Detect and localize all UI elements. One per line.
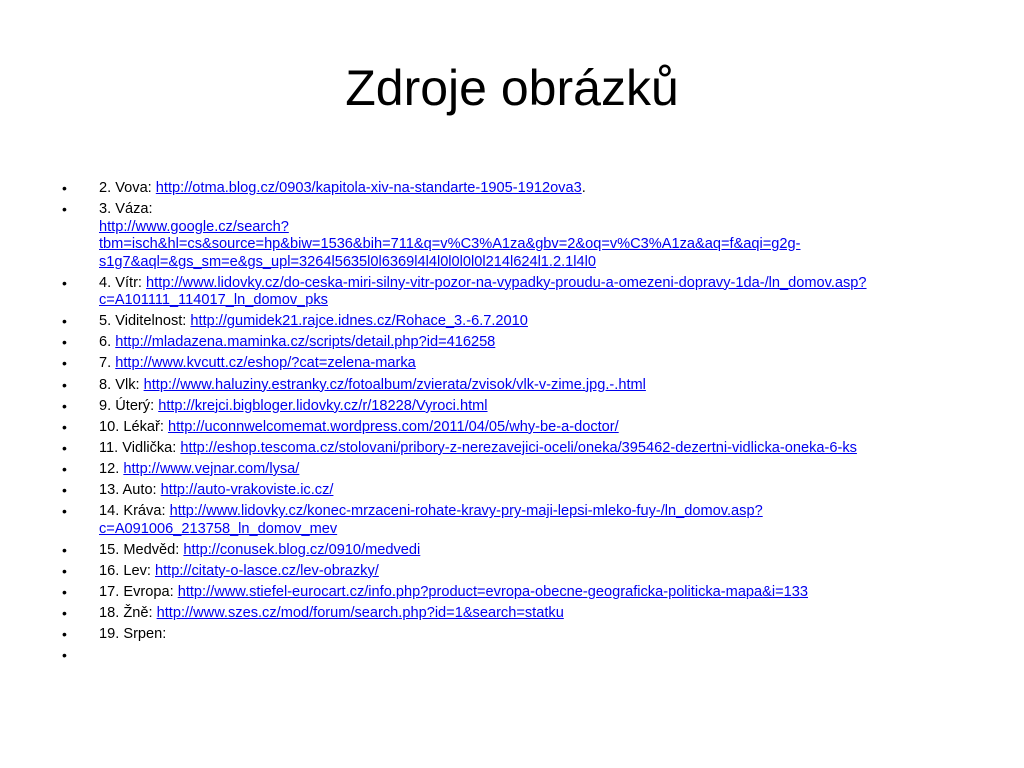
source-link[interactable]: http://otma.blog.cz/0903/kapitola-xiv-na… [156, 180, 582, 196]
source-link[interactable]: http://www.lidovky.cz/konec-mrzaceni-roh… [99, 503, 763, 537]
list-item: • 11. Vidlička: http://eshop.tescoma.cz/s… [62, 440, 967, 458]
source-link[interactable]: http://eshop.tescoma.cz/stolovani/pribor… [180, 440, 857, 456]
list-item: • 18. Žně: http://www.szes.cz/mod/forum/s… [62, 605, 967, 623]
list-item: • 7. http://www.kvcutt.cz/eshop/?cat=zele… [62, 355, 967, 373]
bullet-icon: • [62, 313, 67, 330]
bullet-icon: • [62, 647, 67, 664]
item-label: 5. Viditelnost: [99, 313, 191, 330]
item-label: 19. Srpen: [99, 626, 167, 643]
source-list: • 2. Vova: http://otma.blog.cz/0903/kapit… [62, 180, 967, 663]
source-link[interactable]: http://gumidek21.rajce.idnes.cz/Rohace_3… [190, 313, 528, 329]
source-link[interactable]: http://krejci.bigbloger.lidovky.cz/r/182… [158, 398, 487, 414]
source-link[interactable]: http://www.haluziny.estranky.cz/fotoalbu… [144, 377, 646, 393]
bullet-icon: • [62, 334, 67, 351]
bullet-icon: • [62, 376, 67, 393]
item-label: 18. Žně: [99, 605, 157, 621]
bullet-icon: • [62, 397, 67, 414]
list-item: • 14. Kráva: http://www.lidovky.cz/konec-… [62, 503, 967, 538]
bullet-icon: • [62, 482, 67, 499]
source-link[interactable]: http://www.kvcutt.cz/eshop/?cat=zelena-m… [115, 355, 416, 371]
bullet-icon: • [62, 355, 67, 372]
item-label: 2. Vova: [99, 180, 156, 196]
list-item: • 5. Viditelnost: http://gumidek21.rajce.… [62, 313, 967, 331]
list-item: • 19. Srpen: [62, 626, 967, 644]
list-item: • 10. Lékař: http://uconnwelcomemat.wordp… [62, 419, 967, 437]
item-label: 11. Vidlička: [99, 439, 181, 456]
source-link[interactable]: http://citaty-o-lasce.cz/lev-obrazky/ [155, 563, 379, 579]
list-item: • 8. Vlk: http://www.haluziny.estranky.cz… [62, 377, 967, 395]
item-label: 7. [99, 355, 116, 372]
bullet-icon: • [62, 274, 67, 291]
item-label: 6. [99, 334, 116, 351]
item-label: 9. Úterý: [99, 397, 159, 414]
bullet-icon: • [62, 460, 67, 477]
list-item: • 9. Úterý: http://krejci.bigbloger.lidov… [62, 398, 967, 416]
source-link[interactable]: http://www.stiefel-eurocart.cz/info.php?… [178, 584, 808, 600]
source-link[interactable]: http://mladazena.maminka.cz/scripts/deta… [115, 334, 495, 350]
list-item: • 12. http://www.vejnar.com/lysa/ [62, 461, 967, 479]
slide-title: Zdroje obrázků [345, 60, 679, 116]
item-label: 12. [99, 460, 124, 477]
item-label: 13. Auto: [99, 482, 161, 499]
list-item: • 4. Vítr: http://www.lidovky.cz/do-ceska… [62, 275, 967, 310]
item-label: 16. Lev: [99, 562, 155, 579]
item-label: 15. Medvěd: [99, 541, 184, 558]
bullet-icon: • [62, 201, 67, 218]
list-item: • 17. Evropa: http://www.stiefel-eurocart… [62, 584, 967, 602]
slide: Zdroje obrázků • 2. Vova: http://otma.blo… [0, 0, 1024, 768]
bullet-icon: • [62, 418, 67, 435]
source-link[interactable]: http://www.szes.cz/mod/forum/search.php?… [157, 605, 564, 621]
item-label: 14. Kráva: [99, 503, 170, 520]
list-item: • 6. http://mladazena.maminka.cz/scripts/… [62, 334, 967, 352]
item-label: 8. Vlk: [99, 376, 144, 393]
list-item: • 15. Medvěd: http://conusek.blog.cz/0910… [62, 542, 967, 560]
item-label: 3. Váza: [99, 201, 153, 218]
bullet-icon: • [62, 626, 67, 643]
bullet-icon: • [62, 605, 67, 621]
source-link[interactable]: http://www.lidovky.cz/do-ceska-miri-siln… [99, 275, 867, 309]
bullet-icon: • [62, 180, 67, 196]
source-link[interactable]: http://www.google.cz/search?tbm=isch&hl=… [99, 219, 801, 270]
bullet-icon: • [62, 439, 67, 456]
item-suffix: . [581, 180, 586, 196]
item-label: 4. Vítr: [99, 274, 147, 291]
source-link[interactable]: http://www.vejnar.com/lysa/ [123, 461, 299, 477]
bullet-icon: • [62, 583, 67, 600]
bullet-icon: • [62, 503, 67, 520]
source-link[interactable]: http://uconnwelcomemat.wordpress.com/201… [168, 419, 619, 435]
source-link[interactable]: http://conusek.blog.cz/0910/medvedi [183, 542, 420, 558]
list-item: • 2. Vova: http://otma.blog.cz/0903/kapit… [62, 180, 967, 198]
list-item: • 16. Lev: http://citaty-o-lasce.cz/lev-o… [62, 563, 967, 581]
list-item: • 3. Váza: http://www.google.cz/search?tb… [62, 201, 967, 271]
bullet-icon: • [62, 562, 67, 579]
source-link[interactable]: http://auto-vrakoviste.ic.cz/ [161, 482, 334, 498]
item-label: 10. Lékař: [99, 418, 168, 435]
list-item: • 13. Auto: http://auto-vrakoviste.ic.cz/ [62, 482, 967, 500]
item-label: 17. Evropa: [99, 583, 178, 600]
bullet-icon: • [62, 541, 67, 558]
